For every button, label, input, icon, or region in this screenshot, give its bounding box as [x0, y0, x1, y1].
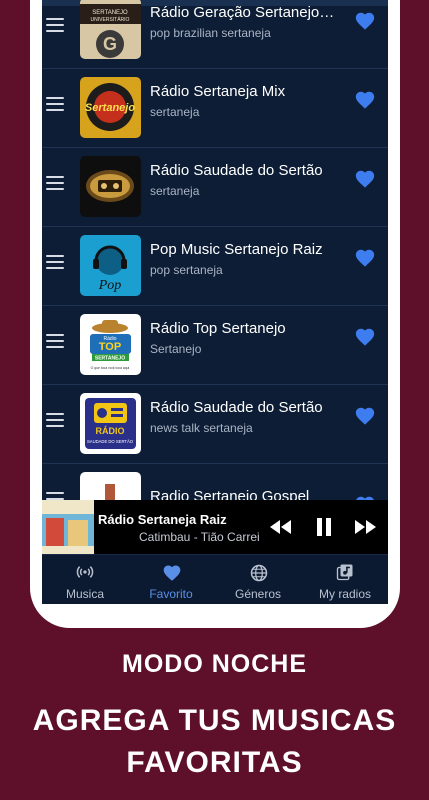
- station-row[interactable]: Radio Sertanejo Gospel: [42, 464, 388, 500]
- fast-forward-icon[interactable]: [352, 514, 378, 540]
- app-screen: SERTANEJO UNIVERSITÁRIO G Rádio Geração …: [42, 0, 388, 604]
- logo-text: Pop: [98, 278, 122, 293]
- svg-text:G: G: [103, 34, 117, 54]
- station-row[interactable]: Pop Pop Music Sertanejo Raiz pop sertane…: [42, 227, 388, 306]
- caption-night-mode: MODO NOCHE: [122, 650, 307, 678]
- station-row[interactable]: Sertanejo Rádio Sertaneja Mix sertaneja: [42, 69, 388, 148]
- now-playing-artwork: [42, 500, 94, 554]
- station-title: Rádio Top Sertanejo: [150, 320, 286, 337]
- bottom-navigation: Musica Favorito Géneros My radios: [42, 554, 388, 604]
- station-title: Rádio Saudade do Sertão: [150, 162, 323, 179]
- caption-line: AGREGA TUS MUSICAS: [32, 704, 397, 737]
- logo-text: TOP: [99, 341, 121, 353]
- station-logo: Sertanejo: [80, 77, 141, 138]
- station-logo: [80, 156, 141, 217]
- favorite-heart-icon[interactable]: [354, 326, 376, 348]
- logo-text: SAUDADE DO SERTÃO: [87, 439, 134, 444]
- nav-myradios[interactable]: My radios: [302, 555, 388, 604]
- drag-handle-icon[interactable]: [46, 97, 64, 111]
- caption-line: FAVORITAS: [126, 746, 303, 779]
- station-row[interactable]: Rádio Saudade do Sertão sertaneja: [42, 148, 388, 227]
- favorites-list[interactable]: SERTANEJO UNIVERSITÁRIO G Rádio Geração …: [42, 0, 388, 500]
- station-logo: RÁDIO SAUDADE DO SERTÃO: [80, 393, 141, 454]
- rewind-icon[interactable]: [268, 514, 294, 540]
- logo-text: UNIVERSITÁRIO: [91, 16, 130, 23]
- station-logo: Rádio TOP SERTANEJO O que toca rock toca…: [80, 314, 141, 375]
- drag-handle-icon[interactable]: [46, 176, 64, 190]
- mini-player[interactable]: Rádio Sertaneja Raiz Catimbau - Tião Car…: [42, 500, 388, 554]
- logo-text: SERTANEJO: [95, 356, 125, 362]
- favorite-heart-icon[interactable]: [354, 10, 376, 32]
- station-title: Rádio Sertaneja Mix: [150, 83, 286, 100]
- globe-icon: [250, 564, 268, 582]
- nav-generos[interactable]: Géneros: [215, 555, 301, 604]
- favorite-heart-icon[interactable]: [354, 168, 376, 190]
- station-title: Rádio Saudade do Sertão: [150, 399, 323, 416]
- station-genre: pop sertaneja: [150, 263, 223, 277]
- favorite-heart-icon[interactable]: [354, 405, 376, 427]
- drag-handle-icon[interactable]: [46, 18, 64, 32]
- drag-handle-icon[interactable]: [46, 255, 64, 269]
- favorite-heart-icon[interactable]: [354, 89, 376, 111]
- station-logo: [80, 472, 141, 500]
- logo-text: RÁDIO: [96, 426, 125, 436]
- pause-icon[interactable]: [311, 514, 337, 540]
- nav-label: Favorito: [149, 587, 193, 601]
- station-row[interactable]: SERTANEJO UNIVERSITÁRIO G Rádio Geração …: [42, 0, 388, 69]
- station-title: Pop Music Sertanejo Raiz: [150, 241, 323, 258]
- station-genre: Sertanejo: [150, 342, 202, 356]
- station-title: Radio Sertanejo Gospel: [150, 488, 310, 500]
- station-genre: news talk sertaneja: [150, 421, 253, 435]
- station-genre: sertaneja: [150, 184, 200, 198]
- favorite-heart-icon[interactable]: [354, 247, 376, 269]
- nav-favorito[interactable]: Favorito: [128, 555, 214, 604]
- station-genre: pop brazilian sertaneja: [150, 26, 271, 40]
- nav-label: Géneros: [234, 587, 282, 601]
- music-library-icon: [336, 564, 353, 581]
- station-row[interactable]: RÁDIO SAUDADE DO SERTÃO Rádio Saudade do…: [42, 385, 388, 464]
- station-logo: SERTANEJO UNIVERSITÁRIO G: [80, 0, 141, 59]
- caption-favorites: AGREGA TUS MUSICAS FAVORITAS: [0, 700, 429, 784]
- drag-handle-icon[interactable]: [46, 492, 64, 500]
- station-logo: Pop: [80, 235, 141, 296]
- heart-icon: [163, 565, 181, 581]
- player-title: Rádio Sertaneja Raiz: [98, 512, 227, 527]
- logo-text: O que toca rock toca aqui: [91, 366, 130, 370]
- radio-waves-icon: [76, 566, 94, 578]
- station-genre: sertaneja: [150, 105, 200, 119]
- nav-label: My radios: [318, 587, 371, 601]
- drag-handle-icon[interactable]: [46, 334, 64, 348]
- nav-musica[interactable]: Musica: [42, 555, 128, 604]
- logo-text: SERTANEJO: [92, 10, 128, 16]
- nav-label: Musica: [65, 587, 104, 601]
- drag-handle-icon[interactable]: [46, 413, 64, 427]
- logo-text: Sertanejo: [85, 102, 135, 114]
- station-title: Rádio Geração Sertanejo…: [150, 4, 335, 21]
- station-row[interactable]: Rádio TOP SERTANEJO O que toca rock toca…: [42, 306, 388, 385]
- player-artist: Catimbau - Tião Carreiro: [139, 530, 259, 544]
